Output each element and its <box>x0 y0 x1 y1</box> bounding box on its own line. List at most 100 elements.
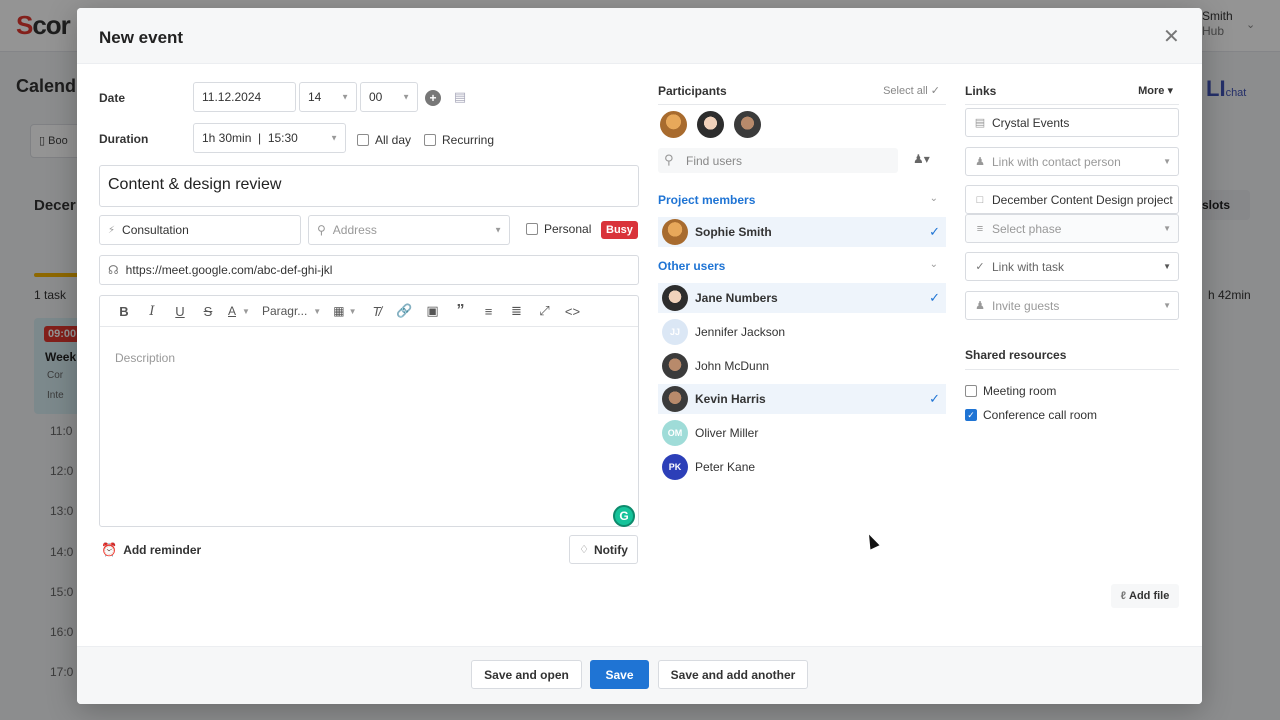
select-all-button[interactable]: Select all ✓ <box>883 84 940 97</box>
all-day-checkbox[interactable]: All day <box>357 133 411 147</box>
checkbox-box[interactable] <box>526 223 538 235</box>
save-and-add-another-button[interactable]: Save and add another <box>658 660 808 689</box>
add-file-label: Add file <box>1129 590 1170 602</box>
list-item[interactable]: John McDunn <box>658 351 946 381</box>
task-select[interactable]: ✓ Link with task ▼ <box>965 252 1179 281</box>
project-members-section[interactable]: Project members ⌄ <box>658 193 946 207</box>
contact-person-select[interactable]: ♟ Link with contact person ▼ <box>965 147 1179 176</box>
meeting-link-input[interactable]: ☊ https://meet.google.com/abc-def-ghi-jk… <box>99 255 639 285</box>
list-item[interactable]: PK Peter Kane <box>658 452 946 482</box>
list-item[interactable]: JJ Jennifer Jackson <box>658 317 946 347</box>
other-users-label: Other users <box>658 259 726 273</box>
avatar[interactable] <box>660 111 687 138</box>
find-users-placeholder: Find users <box>686 153 743 168</box>
check-icon: ✓ <box>929 224 940 239</box>
links-title: Links <box>965 84 997 98</box>
avatar <box>662 353 688 379</box>
phase-select[interactable]: ≡ Select phase ▼ <box>965 214 1179 243</box>
quote-icon[interactable]: ” <box>446 300 474 322</box>
clear-format-icon[interactable]: T̸ <box>362 300 390 322</box>
checkbox-box[interactable] <box>357 134 369 146</box>
bullet-list-icon[interactable]: ≡ <box>474 300 502 322</box>
duration-select[interactable]: 1h 30min | 15:30 ▼ <box>193 123 346 153</box>
more-button[interactable]: More ▾ <box>1138 84 1173 97</box>
add-reminder-button[interactable]: ⏰ Add reminder <box>101 542 201 558</box>
avatar[interactable] <box>697 111 724 138</box>
chevron-down-icon[interactable]: ⌄ <box>930 259 938 270</box>
dialog-footer: Save and open Save Save and add another <box>77 646 1202 704</box>
table-icon[interactable]: ▦ ▼ <box>327 300 362 322</box>
list-item[interactable]: Sophie Smith ✓ <box>658 217 946 247</box>
add-file-button[interactable]: ℓ Add file <box>1111 584 1179 608</box>
list-item[interactable]: Kevin Harris ✓ <box>658 384 946 414</box>
lightning-icon: ⚡ <box>108 224 116 236</box>
add-time-icon[interactable]: + <box>425 90 441 106</box>
project-link[interactable]: □ December Content Design project <box>965 185 1179 214</box>
checkbox-box[interactable]: ✓ <box>965 409 977 421</box>
other-users-section[interactable]: Other users ⌄ <box>658 259 946 273</box>
check-icon: ✓ <box>975 261 985 273</box>
underline-icon[interactable]: U <box>166 300 194 322</box>
close-icon[interactable]: ✕ <box>1163 24 1180 49</box>
conference-room-checkbox[interactable]: ✓ Conference call room <box>965 408 1097 422</box>
caret-down-icon: ▼ <box>494 225 502 235</box>
participants-header: Participants Select all ✓ <box>658 84 946 105</box>
company-link[interactable]: ▤ Crystal Events <box>965 108 1179 137</box>
user-filter-icon[interactable]: ♟▾ <box>913 152 930 166</box>
image-icon[interactable]: ▣ <box>418 300 446 322</box>
duration-label: Duration <box>99 132 149 146</box>
caret-down-icon: ▼ <box>330 133 338 143</box>
links-header: Links More ▾ <box>965 84 1179 105</box>
search-icon: ⚲ <box>664 152 674 167</box>
minute-select[interactable]: 00 ▼ <box>360 82 418 112</box>
list-item[interactable]: OM Oliver Miller <box>658 418 946 448</box>
more-label: More <box>1138 85 1165 97</box>
meeting-room-checkbox[interactable]: Meeting room <box>965 384 1056 398</box>
paperclip-icon: ℓ <box>1120 590 1127 602</box>
dialog-title: New event <box>99 28 184 47</box>
strikethrough-icon[interactable]: S <box>194 300 222 322</box>
calendar-icon[interactable]: ▤ <box>452 88 468 106</box>
personal-checkbox[interactable]: Personal <box>526 222 591 236</box>
link-icon[interactable]: 🔗 <box>390 300 418 322</box>
hour-select[interactable]: 14 ▼ <box>299 82 357 112</box>
code-icon[interactable]: <> <box>558 300 586 322</box>
checkbox-box[interactable] <box>424 134 436 146</box>
event-type-select[interactable]: ⚡ Consultation <box>99 215 301 245</box>
description-editor[interactable]: B I U S A ▼ Paragr... ▼ ▦ ▼ T̸ 🔗 ▣ ” ≡ ≣ ⤢ … <box>99 295 639 527</box>
date-input[interactable]: 11.12.2024 <box>193 82 296 112</box>
italic-icon[interactable]: I <box>138 300 166 322</box>
fullscreen-icon[interactable]: ⤢ <box>530 300 558 322</box>
invite-guests-select[interactable]: ♟ Invite guests ▼ <box>965 291 1179 320</box>
paragraph-label: Paragr... <box>261 304 308 318</box>
chevron-down-icon[interactable]: ⌄ <box>930 193 938 204</box>
minute-value: 00 <box>369 90 383 104</box>
check-icon: ✓ <box>929 290 940 305</box>
address-select[interactable]: ⚲ Address ▼ <box>308 215 510 245</box>
save-and-open-button[interactable]: Save and open <box>471 660 582 689</box>
add-reminder-label: Add reminder <box>123 543 202 557</box>
text-color-icon[interactable]: A ▼ <box>222 300 256 322</box>
paragraph-select[interactable]: Paragr... ▼ <box>256 300 327 322</box>
save-button[interactable]: Save <box>590 660 649 689</box>
avatar: JJ <box>662 319 688 345</box>
find-users-input[interactable]: ⚲ Find users <box>658 148 898 173</box>
add-user-icon: ♟ <box>975 300 985 312</box>
numbered-list-icon[interactable]: ≣ <box>502 300 530 322</box>
list-icon: ≡ <box>976 222 984 235</box>
grammarly-icon[interactable]: G <box>613 505 635 527</box>
list-item[interactable]: Jane Numbers ✓ <box>658 283 946 313</box>
avatar[interactable] <box>734 111 761 138</box>
bell-icon: ♢ <box>579 544 589 556</box>
person-name: John McDunn <box>695 359 770 373</box>
person-icon: ♟ <box>975 156 985 168</box>
busy-badge[interactable]: Busy <box>601 221 638 239</box>
caret-down-icon: ▼ <box>1163 157 1171 166</box>
caret-down-icon: ▼ <box>1163 224 1171 233</box>
recurring-checkbox[interactable]: Recurring <box>424 133 494 147</box>
bold-icon[interactable]: B <box>110 300 138 322</box>
event-title-input[interactable]: Content & design review <box>99 165 639 207</box>
avatar: PK <box>662 454 688 480</box>
notify-button[interactable]: ♢ Notify <box>569 535 638 564</box>
checkbox-box[interactable] <box>965 385 977 397</box>
